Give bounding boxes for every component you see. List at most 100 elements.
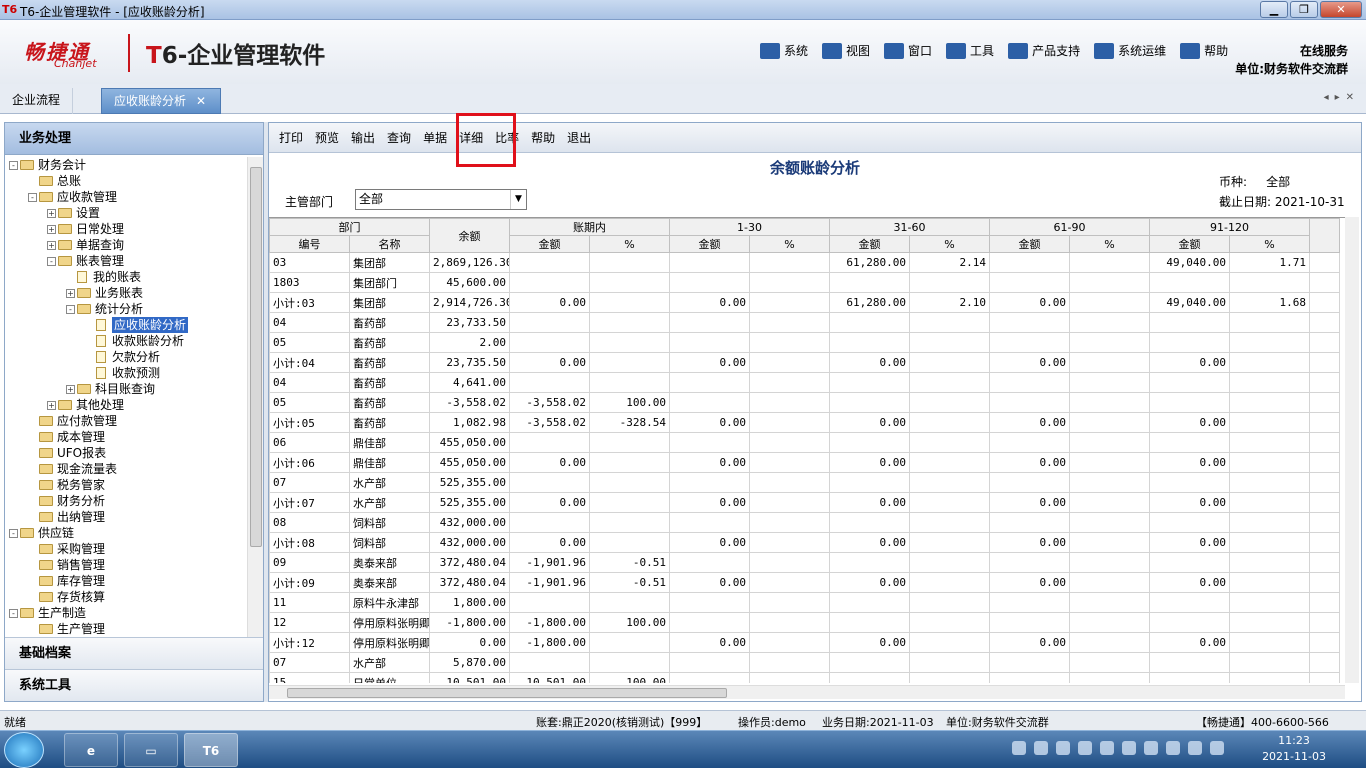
user-icon[interactable] <box>1034 741 1048 755</box>
table-row[interactable]: 03 集团部 2,869,126.30 61,280.00 2.14 49,040.00 1… <box>269 252 1340 273</box>
table-row[interactable]: 11 原料牛永津部 1,800.00 <box>269 592 1340 613</box>
close-tab-icon[interactable]: ✕ <box>196 89 206 113</box>
t6-taskbar-button[interactable]: T6 <box>184 733 238 767</box>
explorer-taskbar-icon[interactable]: ▭ <box>124 733 178 767</box>
table-row[interactable]: 06 鼎佳部 455,050.00 <box>269 432 1340 453</box>
toolbar-button[interactable]: 预览 <box>309 127 345 149</box>
nav-section-basic-files[interactable]: 基础档案 <box>5 637 263 669</box>
flag-icon[interactable] <box>1166 741 1180 755</box>
table-row[interactable]: 小计:12 停用原料张明卿 0.00 -1,800.00 0.00 0.00 0.00 0.0… <box>269 632 1340 653</box>
scroll-thumb[interactable] <box>250 167 262 547</box>
menu-ops[interactable]: 系统运维 <box>1094 42 1166 59</box>
toolbar-button[interactable]: 打印 <box>273 127 309 149</box>
tree-node[interactable]: 库存管理 <box>5 573 249 589</box>
menu-support[interactable]: 产品支持 <box>1008 42 1080 59</box>
keyboard-icon[interactable] <box>1012 741 1026 755</box>
expand-icon[interactable]: + <box>66 384 75 394</box>
grid-horizontal-scrollbar[interactable] <box>269 685 1345 699</box>
chevron-down-icon[interactable]: ▼ <box>510 190 526 209</box>
expand-icon[interactable]: + <box>47 208 56 218</box>
menu-system[interactable]: 系统 <box>760 42 808 59</box>
lock-icon[interactable] <box>1078 741 1092 755</box>
tree-scrollbar[interactable] <box>247 157 263 637</box>
bluetooth-icon[interactable] <box>1100 741 1114 755</box>
table-row[interactable]: 小计:03 集团部 2,914,726.30 0.00 0.00 61,280.00 2.1… <box>269 292 1340 313</box>
table-row[interactable]: 1803 集团部门 45,600.00 <box>269 272 1340 293</box>
table-row[interactable]: 07 水产部 5,870.00 <box>269 652 1340 673</box>
table-row[interactable]: 小计:05 畜药部 1,082.98 -3,558.02 -328.54 0.00 0.00… <box>269 412 1340 433</box>
tree-node[interactable]: + 业务账表 <box>5 285 249 301</box>
tree-node[interactable]: - 账表管理 <box>5 253 249 269</box>
h-scroll-thumb[interactable] <box>287 688 727 698</box>
nav-section-system-tools[interactable]: 系统工具 <box>5 669 263 701</box>
tree-node[interactable]: + 日常处理 <box>5 221 249 237</box>
collapse-icon[interactable]: - <box>66 304 75 314</box>
tree-node[interactable]: 财务分析 <box>5 493 249 509</box>
tree-node[interactable]: - 应收款管理 <box>5 189 249 205</box>
vm-icon[interactable] <box>1122 741 1136 755</box>
table-row[interactable]: 小计:06 鼎佳部 455,050.00 0.00 0.00 0.00 0.00 0.00 <box>269 452 1340 473</box>
tree-node[interactable]: 应收账龄分析 <box>5 317 249 333</box>
ie-taskbar-icon[interactable]: e <box>64 733 118 767</box>
table-row[interactable]: 小计:08 饲料部 432,000.00 0.00 0.00 0.00 0.00 0.00 <box>269 532 1340 553</box>
table-row[interactable]: 05 畜药部 2.00 <box>269 332 1340 353</box>
tree-node[interactable]: + 其他处理 <box>5 397 249 413</box>
tree-node[interactable]: 采购管理 <box>5 541 249 557</box>
menu-view[interactable]: 视图 <box>822 42 870 59</box>
menu-tools[interactable]: 工具 <box>946 42 994 59</box>
display-icon[interactable] <box>1144 741 1158 755</box>
tree-node[interactable]: 应付款管理 <box>5 413 249 429</box>
close-button[interactable]: ✕ <box>1320 1 1362 18</box>
tree-node[interactable]: 税务管家 <box>5 477 249 493</box>
tree-node[interactable]: 销售管理 <box>5 557 249 573</box>
tree-node[interactable]: - 统计分析 <box>5 301 249 317</box>
minimize-button[interactable]: ▁ <box>1260 1 1288 18</box>
tree-node[interactable]: + 设置 <box>5 205 249 221</box>
tab-ar-aging[interactable]: 应收账龄分析 ✕ <box>101 88 221 114</box>
table-row[interactable]: 小计:07 水产部 525,355.00 0.00 0.00 0.00 0.00 0.00 <box>269 492 1340 513</box>
tree-node[interactable]: - 财务会计 <box>5 157 249 173</box>
expand-icon[interactable]: + <box>47 240 56 250</box>
table-row[interactable]: 07 水产部 525,355.00 <box>269 472 1340 493</box>
tree-node[interactable]: - 生产制造 <box>5 605 249 621</box>
table-row[interactable]: 15 日常单位 10,501.00 10,501.00 100.00 <box>269 672 1340 683</box>
nav-header[interactable]: 业务处理 <box>5 123 263 155</box>
menu-help[interactable]: 帮助 <box>1180 42 1228 59</box>
collapse-icon[interactable]: - <box>9 160 18 170</box>
tree-node[interactable]: - 供应链 <box>5 525 249 541</box>
tree-node[interactable]: + 单据查询 <box>5 237 249 253</box>
start-button[interactable] <box>4 732 44 768</box>
table-row[interactable]: 12 停用原料张明卿 -1,800.00 -1,800.00 100.00 <box>269 612 1340 633</box>
tree-node[interactable]: 收款账龄分析 <box>5 333 249 349</box>
online-service-link[interactable]: 在线服务 <box>1300 42 1348 59</box>
volume-icon[interactable] <box>1210 741 1224 755</box>
toolbar-button[interactable]: 帮助 <box>525 127 561 149</box>
toolbar-button[interactable]: 查询 <box>381 127 417 149</box>
tab-nav-arrows[interactable]: ◂▸✕ <box>1324 92 1360 103</box>
table-row[interactable]: 04 畜药部 4,641.00 <box>269 372 1340 393</box>
tree-node[interactable]: 我的账表 <box>5 269 249 285</box>
tree-node[interactable]: 欠款分析 <box>5 349 249 365</box>
table-row[interactable]: 08 饲料部 432,000.00 <box>269 512 1340 533</box>
maximize-button[interactable]: ❐ <box>1290 1 1318 18</box>
collapse-icon[interactable]: - <box>47 256 56 266</box>
tree-node[interactable]: UFO报表 <box>5 445 249 461</box>
table-row[interactable]: 小计:04 畜药部 23,735.50 0.00 0.00 0.00 0.00 0.00 <box>269 352 1340 373</box>
table-row[interactable]: 05 畜药部 -3,558.02 -3,558.02 100.00 <box>269 392 1340 413</box>
tree-node[interactable]: + 科目账查询 <box>5 381 249 397</box>
tree-node[interactable]: 总账 <box>5 173 249 189</box>
collapse-icon[interactable]: - <box>28 192 37 202</box>
expand-icon[interactable]: + <box>66 288 75 298</box>
tree-node[interactable]: 收款预测 <box>5 365 249 381</box>
table-row[interactable]: 04 畜药部 23,733.50 <box>269 312 1340 333</box>
expand-icon[interactable]: + <box>47 400 56 410</box>
tree-node[interactable]: 存货核算 <box>5 589 249 605</box>
clock[interactable]: 11:23 2021-11-03 <box>1262 733 1326 765</box>
table-row[interactable]: 09 奥泰来部 372,480.04 -1,901.96 -0.51 <box>269 552 1340 573</box>
toolbar-button[interactable]: 单据 <box>417 127 453 149</box>
expand-icon[interactable]: + <box>47 224 56 234</box>
tree-node[interactable]: 出纳管理 <box>5 509 249 525</box>
dept-select[interactable]: 全部 ▼ <box>355 189 527 210</box>
collapse-icon[interactable]: - <box>9 608 18 618</box>
collapse-icon[interactable]: - <box>9 528 18 538</box>
